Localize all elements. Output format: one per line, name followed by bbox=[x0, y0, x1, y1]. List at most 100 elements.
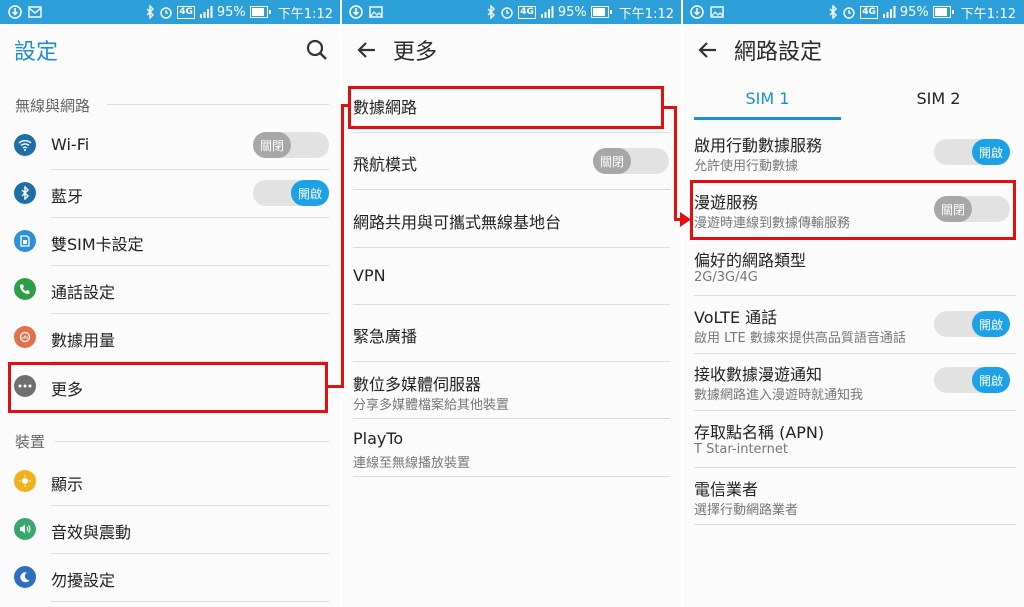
image-icon bbox=[710, 6, 724, 18]
battery-percent: 95% bbox=[216, 4, 246, 20]
settings-item-dual-sim[interactable]: 雙SIM卡設定 bbox=[0, 217, 341, 265]
connector-arrowhead bbox=[680, 212, 691, 227]
connector-line bbox=[341, 104, 350, 107]
download-icon bbox=[690, 5, 704, 19]
bluetooth-status-icon bbox=[145, 5, 155, 19]
setting-label: 電信業者 bbox=[694, 480, 759, 499]
menu-item-tethering[interactable]: 網路共用與可攜式無線基地台 bbox=[341, 195, 682, 243]
setting-subtitle: 2G/3G/4G bbox=[694, 270, 758, 285]
bluetooth-icon bbox=[14, 182, 36, 204]
row-divider bbox=[353, 418, 670, 419]
settings-item-call[interactable]: 通話設定 bbox=[0, 265, 341, 313]
connector-line bbox=[341, 104, 344, 388]
section-divider bbox=[55, 441, 329, 442]
setting-roaming-notification[interactable]: 接收數據漫遊通知 數據網路進入漫遊時就通知我 開啟 bbox=[682, 353, 1024, 410]
app-bar: 網路設定 bbox=[682, 24, 1024, 76]
wifi-toggle[interactable]: 關閉 bbox=[253, 132, 329, 158]
menu-item-label: 緊急廣播 bbox=[353, 327, 418, 346]
row-divider bbox=[353, 189, 670, 190]
network-type-badge: 4G bbox=[518, 5, 536, 19]
moon-icon bbox=[14, 566, 36, 588]
tab-sim1[interactable]: SIM 1 bbox=[682, 76, 853, 120]
section-header-wireless: 無線與網路 bbox=[15, 97, 91, 115]
sound-icon bbox=[14, 518, 36, 540]
setting-label: 接收數據漫遊通知 bbox=[694, 365, 823, 384]
setting-subtitle: 數據網路進入漫遊時就通知我 bbox=[694, 388, 864, 403]
search-icon[interactable] bbox=[305, 38, 329, 62]
alarm-icon bbox=[842, 5, 856, 19]
panel-separator bbox=[681, 0, 683, 607]
download-icon bbox=[349, 5, 363, 19]
signal-icon bbox=[882, 6, 896, 18]
setting-mobile-data[interactable]: 啟用行動數據服務 允許使用行動數據 開啟 bbox=[682, 124, 1024, 180]
tab-sim2[interactable]: SIM 2 bbox=[853, 76, 1024, 120]
network-type-badge: 4G bbox=[177, 5, 195, 19]
page-title: 更多 bbox=[393, 40, 438, 65]
network-settings-screen: 4G 95% 下午1:12 網路設定 SIM 1 SIM 2 啟用行動數據服務 … bbox=[682, 0, 1024, 607]
menu-item-playto[interactable]: PlayTo 連線至無線播放裝置 bbox=[341, 420, 682, 476]
settings-item-label: 勿擾設定 bbox=[51, 571, 116, 590]
status-bar: 4G 95% 下午1:12 bbox=[682, 0, 1024, 24]
setting-apn[interactable]: 存取點名稱 (APN) T Star-internet bbox=[682, 410, 1024, 467]
menu-item-vpn[interactable]: VPN bbox=[341, 252, 682, 300]
setting-preferred-network[interactable]: 偏好的網路類型 2G/3G/4G bbox=[682, 238, 1024, 295]
settings-item-data-usage[interactable]: 數據用量 bbox=[0, 313, 341, 361]
toggle-state-text: 開啟 bbox=[972, 139, 1010, 165]
settings-item-label: 雙SIM卡設定 bbox=[51, 235, 144, 254]
row-divider bbox=[353, 247, 670, 248]
battery-percent: 95% bbox=[557, 4, 587, 20]
airplane-mode-toggle[interactable]: 關閉 bbox=[593, 148, 669, 174]
settings-item-bluetooth[interactable]: 藍牙 開啟 bbox=[0, 169, 341, 217]
status-bar: 4G 95% 下午1:12 bbox=[341, 0, 682, 24]
menu-item-subtitle: 連線至無線播放裝置 bbox=[353, 456, 471, 471]
mobile-data-toggle[interactable]: 開啟 bbox=[934, 139, 1010, 165]
menu-item-label: 飛航模式 bbox=[353, 155, 418, 174]
setting-volte[interactable]: VoLTE 通話 啟用 LTE 數據來提供高品質語音通話 開啟 bbox=[682, 296, 1024, 353]
download-icon bbox=[8, 5, 22, 19]
menu-item-airplane-mode[interactable]: 飛航模式 關閉 bbox=[341, 137, 682, 185]
settings-item-label: 藍牙 bbox=[51, 187, 84, 206]
battery-percent: 95% bbox=[899, 4, 929, 20]
menu-item-subtitle: 分享多媒體檔案給其他裝置 bbox=[353, 398, 510, 413]
menu-item-label: VPN bbox=[353, 266, 386, 285]
phone-icon bbox=[14, 278, 36, 300]
sim-icon bbox=[14, 230, 36, 252]
connector-line bbox=[674, 106, 677, 221]
settings-item-wifi[interactable]: Wi-Fi 關閉 bbox=[0, 121, 341, 169]
setting-carrier[interactable]: 電信業者 選擇行動網路業者 bbox=[682, 467, 1024, 524]
bluetooth-toggle[interactable]: 開啟 bbox=[253, 180, 329, 206]
wifi-icon bbox=[14, 134, 36, 156]
row-divider bbox=[51, 601, 329, 602]
page-title: 網路設定 bbox=[734, 40, 823, 65]
menu-item-label: PlayTo bbox=[353, 429, 404, 448]
volte-toggle[interactable]: 開啟 bbox=[934, 311, 1010, 337]
back-arrow-icon[interactable] bbox=[696, 38, 720, 62]
battery-icon bbox=[249, 6, 271, 18]
setting-subtitle: 啟用 LTE 數據來提供高品質語音通話 bbox=[694, 331, 906, 346]
menu-item-label: 數位多媒體伺服器 bbox=[353, 375, 482, 394]
alarm-icon bbox=[500, 5, 514, 19]
bluetooth-status-icon bbox=[828, 5, 838, 19]
settings-item-display[interactable]: 顯示 bbox=[0, 457, 341, 505]
back-arrow-icon[interactable] bbox=[355, 38, 379, 62]
highlight-roaming-item bbox=[690, 180, 1016, 240]
row-divider bbox=[694, 524, 1016, 525]
menu-item-emergency-broadcast[interactable]: 緊急廣播 bbox=[341, 309, 682, 357]
section-divider bbox=[107, 104, 329, 105]
roaming-notification-toggle[interactable]: 開啟 bbox=[934, 367, 1010, 393]
settings-item-sound[interactable]: 音效與震動 bbox=[0, 505, 341, 553]
row-divider bbox=[353, 304, 670, 305]
clock: 下午1:12 bbox=[277, 6, 333, 22]
settings-item-do-not-disturb[interactable]: 勿擾設定 bbox=[0, 553, 341, 601]
menu-item-label: 網路共用與可攜式無線基地台 bbox=[353, 213, 562, 232]
toggle-state-text: 開啟 bbox=[291, 180, 329, 206]
battery-icon bbox=[932, 6, 954, 18]
network-type-badge: 4G bbox=[860, 5, 878, 19]
signal-icon bbox=[540, 6, 554, 18]
settings-item-label: Wi-Fi bbox=[51, 135, 90, 154]
settings-screen: 4G 95% 下午1:12 設定 無線與網路 Wi-Fi 關閉 藍牙 開啟 雙S… bbox=[0, 0, 341, 607]
highlight-mobile-network-item bbox=[348, 86, 664, 129]
menu-item-media-server[interactable]: 數位多媒體伺服器 分享多媒體檔案給其他裝置 bbox=[341, 362, 682, 418]
toggle-state-text: 開啟 bbox=[972, 311, 1010, 337]
battery-icon bbox=[590, 6, 612, 18]
